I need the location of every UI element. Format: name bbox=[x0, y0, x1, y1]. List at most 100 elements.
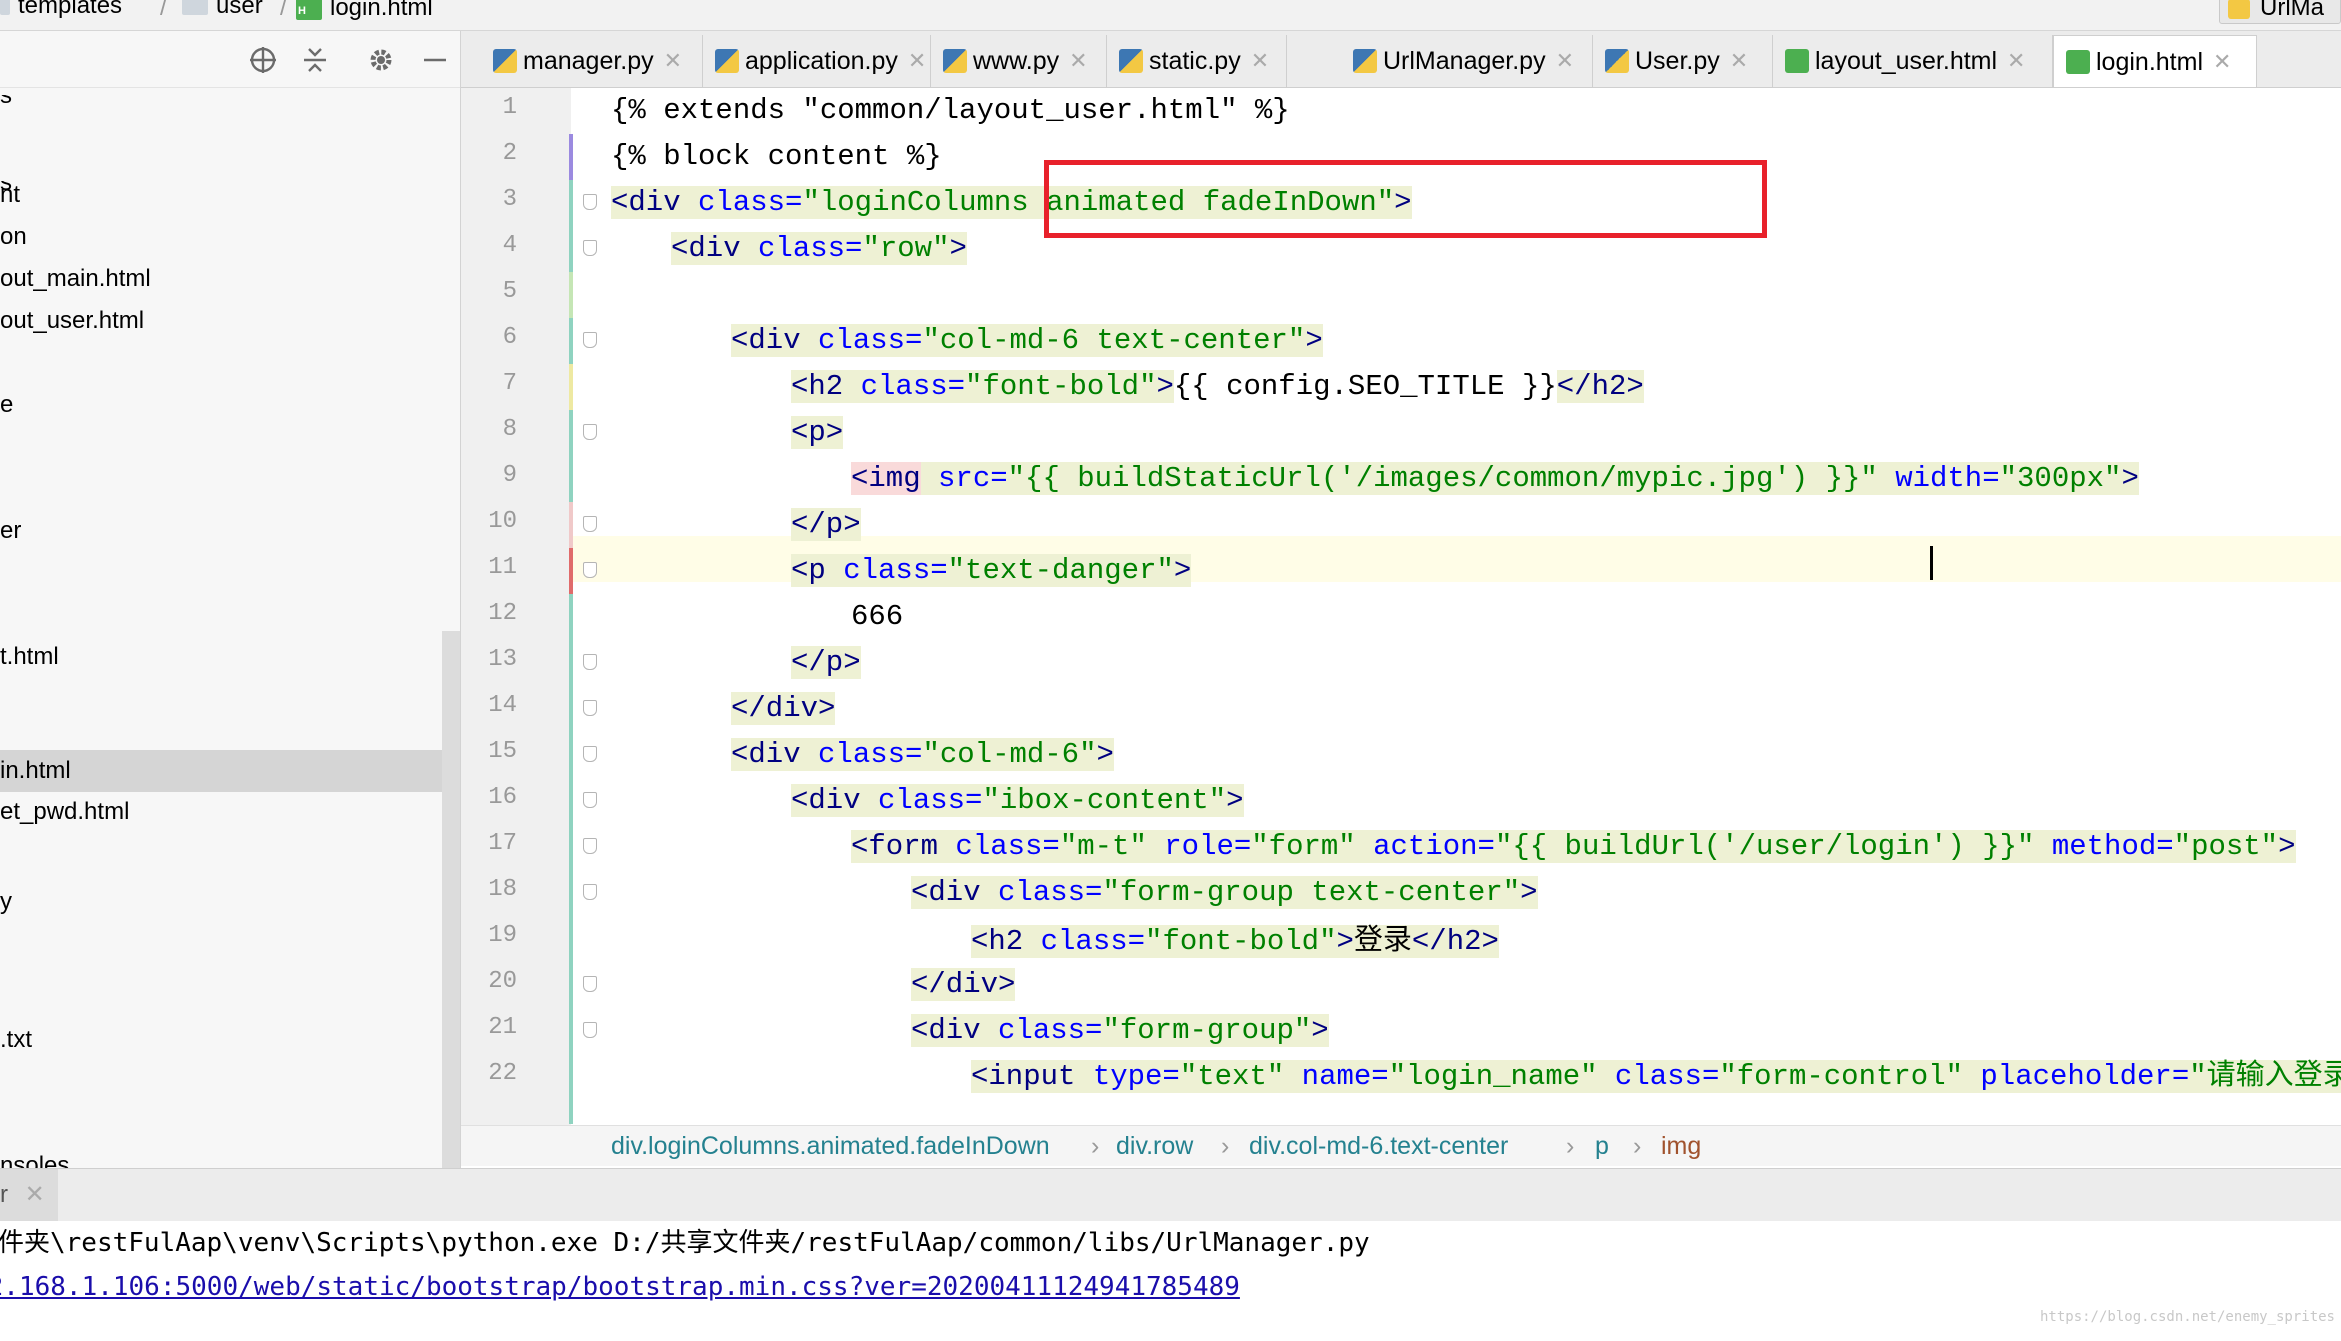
line-number: 12 bbox=[488, 600, 517, 627]
close-icon[interactable]: ✕ bbox=[1251, 35, 1269, 87]
code-token: > bbox=[1173, 554, 1192, 587]
crumb-img[interactable]: img bbox=[1661, 1126, 1701, 1166]
fold-marker[interactable] bbox=[583, 884, 597, 900]
close-icon[interactable]: ✕ bbox=[1730, 35, 1748, 87]
fold-marker[interactable] bbox=[583, 516, 597, 532]
vcs-change-marker bbox=[569, 502, 573, 548]
breadcrumb-templates[interactable]: templates bbox=[0, 0, 122, 18]
close-icon[interactable]: ✕ bbox=[2007, 35, 2025, 87]
tab-static-py[interactable]: static.py ✕ bbox=[1107, 35, 1287, 87]
collapse-all-icon[interactable] bbox=[300, 45, 330, 75]
tab-label: static.py bbox=[1149, 47, 1241, 75]
line-number: 8 bbox=[502, 416, 517, 443]
fold-marker[interactable] bbox=[583, 332, 597, 348]
scrollbar[interactable] bbox=[442, 631, 460, 1168]
code-token: > bbox=[2278, 830, 2296, 863]
code-token: <div bbox=[911, 876, 981, 909]
tree-item[interactable]: er bbox=[0, 512, 442, 550]
close-icon[interactable]: ✕ bbox=[1556, 35, 1574, 87]
crumb-p[interactable]: p bbox=[1595, 1126, 1609, 1166]
code-line-14: </div> bbox=[731, 686, 836, 732]
breadcrumb-user[interactable]: user bbox=[182, 0, 263, 18]
close-icon[interactable]: ✕ bbox=[908, 35, 926, 87]
fold-marker[interactable] bbox=[583, 654, 597, 670]
code-line-7: <h2 class="font-bold">{{ config.SEO_TITL… bbox=[791, 364, 1644, 410]
code-token: "col-md-6" bbox=[922, 738, 1097, 771]
watermark: https://blog.csdn.net/enemy_sprites bbox=[2039, 1309, 2335, 1325]
fold-marker[interactable] bbox=[583, 424, 597, 440]
code-line-17: <form class="m-t" role="form" action="{{… bbox=[851, 824, 2296, 870]
code-token: > bbox=[2121, 462, 2139, 495]
vcs-change-marker bbox=[569, 364, 573, 410]
code-token: "{{ buildStaticUrl('/images/common/mypic… bbox=[1007, 462, 1878, 495]
close-icon[interactable]: ✕ bbox=[25, 1181, 45, 1208]
fold-marker[interactable] bbox=[583, 194, 597, 210]
crumb-row[interactable]: div.row bbox=[1116, 1126, 1193, 1166]
tab-run[interactable]: r ✕ bbox=[0, 1169, 58, 1221]
minimize-icon[interactable] bbox=[420, 45, 450, 75]
fold-marker[interactable] bbox=[583, 838, 597, 854]
tab-application-py[interactable]: application.py ✕ bbox=[703, 35, 931, 87]
tree-item[interactable]: et_pwd.html bbox=[0, 793, 442, 831]
code-token: role= bbox=[1146, 830, 1252, 863]
tree-item[interactable]: nsoles bbox=[0, 1147, 442, 1168]
fold-marker[interactable] bbox=[583, 240, 597, 256]
tree-item[interactable]: y bbox=[0, 891, 442, 929]
tree-item[interactable]: out_user.html bbox=[0, 302, 442, 340]
code-line-15: <div class="col-md-6"> bbox=[731, 732, 1114, 778]
code-token: <img bbox=[851, 462, 921, 495]
tree-item[interactable]: t.html bbox=[0, 638, 442, 676]
code-token: > bbox=[1305, 324, 1323, 357]
folder-icon bbox=[182, 0, 208, 15]
tab-manager-py[interactable]: manager.py ✕ bbox=[481, 35, 703, 87]
crumb-login-columns[interactable]: div.loginColumns.animated.fadeInDown bbox=[611, 1126, 1050, 1166]
tree-item[interactable]: s bbox=[0, 95, 442, 133]
html-file-icon bbox=[2066, 49, 2090, 74]
code-token: > bbox=[1226, 784, 1244, 817]
fold-marker[interactable] bbox=[583, 792, 597, 808]
code-token: "text-danger" bbox=[947, 554, 1174, 587]
run-config-button[interactable]: UrlMa bbox=[2219, 0, 2341, 24]
tab-user-py[interactable]: User.py ✕ bbox=[1593, 35, 1773, 87]
tab-urlmanager-py[interactable]: UrlManager.py ✕ bbox=[1341, 35, 1593, 87]
tab-label: User.py bbox=[1635, 47, 1720, 75]
gear-icon[interactable] bbox=[366, 45, 396, 75]
fold-marker[interactable] bbox=[583, 1022, 597, 1038]
locate-icon[interactable] bbox=[248, 45, 278, 75]
fold-marker[interactable] bbox=[583, 976, 597, 992]
chevron-right-icon: › bbox=[1566, 1132, 1575, 1160]
code-line-18: <div class="form-group text-center"> bbox=[911, 870, 1538, 916]
code-line-2: {% block content %} bbox=[611, 134, 942, 180]
tree-item[interactable]: on bbox=[0, 218, 442, 256]
code-token: class= bbox=[980, 1014, 1103, 1047]
line-number: 22 bbox=[488, 1060, 517, 1087]
close-icon[interactable]: ✕ bbox=[2213, 36, 2231, 87]
fold-marker[interactable] bbox=[583, 746, 597, 762]
tab-layout-user-html[interactable]: layout_user.html ✕ bbox=[1773, 35, 2053, 87]
code-line-20: </div> bbox=[911, 962, 1016, 1008]
code-token: width= bbox=[1877, 462, 2000, 495]
tab-label: login.html bbox=[2096, 47, 2203, 76]
crumb-col-md-6[interactable]: div.col-md-6.text-center bbox=[1249, 1126, 1508, 1166]
close-icon[interactable]: ✕ bbox=[1069, 35, 1087, 87]
breadcrumb-login-html[interactable]: H login.html bbox=[296, 0, 433, 20]
run-console[interactable]: 文件夹\restFulAap\venv\Scripts\python.exe D… bbox=[0, 1221, 2341, 1327]
tree-item[interactable]: e bbox=[0, 386, 442, 424]
tree-item[interactable]: .txt bbox=[0, 1021, 442, 1059]
code-token: </div> bbox=[731, 692, 836, 725]
tab-login-html[interactable]: login.html ✕ bbox=[2053, 35, 2257, 87]
code-token: <form bbox=[851, 830, 939, 863]
code-editor[interactable]: 1 2 3 4 5 6 7 8 9 10 11 12 13 14 15 16 1… bbox=[461, 88, 2341, 1125]
python-file-icon bbox=[2228, 0, 2250, 19]
tab-www-py[interactable]: www.py ✕ bbox=[931, 35, 1107, 87]
python-file-icon bbox=[1119, 49, 1143, 73]
tree-item-selected[interactable]: in.html bbox=[0, 750, 442, 792]
tree-item[interactable]: out_main.html bbox=[0, 260, 442, 298]
fold-marker[interactable] bbox=[583, 700, 597, 716]
code-token: > bbox=[1096, 738, 1114, 771]
tree-item[interactable]: nt bbox=[0, 176, 442, 214]
console-link[interactable]: 92.168.1.106:5000/web/static/bootstrap/b… bbox=[0, 1265, 1240, 1309]
fold-marker[interactable] bbox=[583, 562, 597, 578]
code-line-11: <p class="text-danger"> bbox=[791, 548, 1192, 594]
close-icon[interactable]: ✕ bbox=[664, 35, 682, 87]
